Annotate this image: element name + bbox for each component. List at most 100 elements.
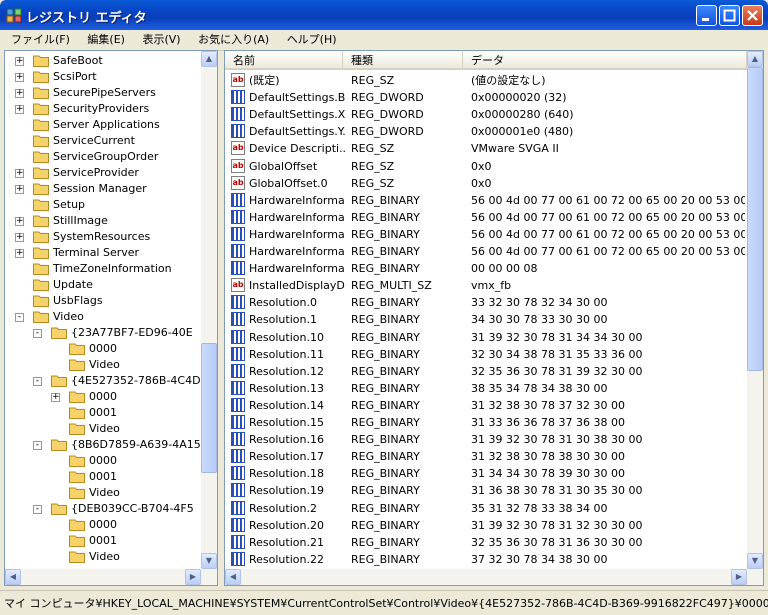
expand-icon[interactable]: + bbox=[15, 105, 24, 114]
table-row[interactable]: HardwareInformat... REG_BINARY 00 00 00 08 bbox=[225, 260, 745, 277]
tree-item[interactable]: Video bbox=[5, 485, 201, 501]
column-header-type[interactable]: 種類 bbox=[343, 51, 463, 70]
table-row[interactable]: ab Device Descripti... REG_SZ VMware SVGA I… bbox=[225, 140, 745, 157]
tree-item[interactable]: Video bbox=[5, 549, 201, 565]
expand-icon[interactable]: + bbox=[15, 57, 24, 66]
expand-icon[interactable]: + bbox=[51, 393, 60, 402]
tree-item[interactable]: UsbFlags bbox=[5, 293, 201, 309]
tree-item[interactable]: TimeZoneInformation bbox=[5, 261, 201, 277]
tree-item[interactable]: - {23A77BF7-ED96-40E bbox=[5, 325, 201, 341]
tree-item[interactable]: Setup bbox=[5, 197, 201, 213]
table-row[interactable]: DefaultSettings.B... REG_DWORD 0x00000020 … bbox=[225, 89, 745, 106]
menu-favorites[interactable]: お気に入り(A) bbox=[191, 30, 276, 50]
table-row[interactable]: Resolution.15 REG_BINARY 31 33 36 36 78 37… bbox=[225, 414, 745, 431]
list-scroll-down-button[interactable]: ▼ bbox=[747, 553, 763, 569]
tree-item[interactable]: + SecurePipeServers bbox=[5, 85, 201, 101]
tree-vertical-scrollbar[interactable]: ▲ ▼ bbox=[201, 51, 217, 569]
table-row[interactable]: HardwareInformat... REG_BINARY 56 00 4d 00… bbox=[225, 192, 745, 209]
collapse-icon[interactable]: - bbox=[33, 441, 42, 450]
tree-item[interactable]: 0001 bbox=[5, 405, 201, 421]
tree-scroll-right-button[interactable]: ▶ bbox=[185, 569, 201, 585]
expand-icon[interactable]: + bbox=[15, 73, 24, 82]
column-header-name[interactable]: 名前 bbox=[225, 51, 343, 70]
table-row[interactable]: Resolution.2 REG_BINARY 35 31 32 78 33 38 … bbox=[225, 500, 745, 517]
maximize-button[interactable] bbox=[719, 5, 740, 26]
expand-icon[interactable]: + bbox=[15, 185, 24, 194]
tree-item[interactable]: Update bbox=[5, 277, 201, 293]
menu-help[interactable]: ヘルプ(H) bbox=[280, 30, 344, 50]
tree-item[interactable]: + SystemResources bbox=[5, 229, 201, 245]
expand-icon[interactable]: + bbox=[15, 89, 24, 98]
expand-icon[interactable]: + bbox=[15, 217, 24, 226]
table-row[interactable]: Resolution.17 REG_BINARY 31 32 38 30 78 38… bbox=[225, 448, 745, 465]
list-scroll-thumb[interactable] bbox=[747, 67, 763, 371]
tree-scroll-thumb[interactable] bbox=[201, 343, 217, 473]
table-row[interactable]: Resolution.22 REG_BINARY 37 32 30 78 34 38… bbox=[225, 551, 745, 568]
tree-item[interactable]: + Terminal Server bbox=[5, 245, 201, 261]
table-row[interactable]: DefaultSettings.X... REG_DWORD 0x00000280 … bbox=[225, 106, 745, 123]
table-row[interactable]: DefaultSettings.Y... REG_DWORD 0x000001e0 … bbox=[225, 123, 745, 140]
menu-view[interactable]: 表示(V) bbox=[135, 30, 187, 50]
table-row[interactable]: HardwareInformat... REG_BINARY 56 00 4d 00… bbox=[225, 226, 745, 243]
collapse-icon[interactable]: - bbox=[33, 377, 42, 386]
expand-icon[interactable]: + bbox=[15, 233, 24, 242]
collapse-icon[interactable]: - bbox=[33, 505, 42, 514]
table-row[interactable]: Resolution.20 REG_BINARY 31 39 32 30 78 31… bbox=[225, 517, 745, 534]
list-scroll-up-button[interactable]: ▲ bbox=[747, 51, 763, 67]
tree-horizontal-scrollbar[interactable]: ◀ ▶ bbox=[5, 569, 217, 585]
table-row[interactable]: ab GlobalOffset.0 REG_SZ 0x0 bbox=[225, 175, 745, 192]
table-row[interactable]: Resolution.10 REG_BINARY 31 39 32 30 78 31… bbox=[225, 329, 745, 346]
expand-icon[interactable]: + bbox=[15, 169, 24, 178]
tree-item[interactable]: Server Applications bbox=[5, 117, 201, 133]
list-vertical-scrollbar[interactable]: ▲ ▼ bbox=[747, 51, 763, 569]
tree-item[interactable]: 0000 bbox=[5, 453, 201, 469]
tree-scroll-down-button[interactable]: ▼ bbox=[201, 553, 217, 569]
table-row[interactable]: HardwareInformat... REG_BINARY 56 00 4d 00… bbox=[225, 209, 745, 226]
tree-item[interactable]: - {8B6D7859-A639-4A15 bbox=[5, 437, 201, 453]
table-row[interactable]: Resolution.16 REG_BINARY 31 39 32 30 78 31… bbox=[225, 431, 745, 448]
tree-scroll-up-button[interactable]: ▲ bbox=[201, 51, 217, 67]
menu-edit[interactable]: 編集(E) bbox=[80, 30, 132, 50]
table-row[interactable]: HardwareInformat... REG_BINARY 56 00 4d 00… bbox=[225, 243, 745, 260]
collapse-icon[interactable]: - bbox=[33, 329, 42, 338]
tree-item[interactable]: + ServiceProvider bbox=[5, 165, 201, 181]
table-row[interactable]: Resolution.1 REG_BINARY 34 30 30 78 33 30 … bbox=[225, 311, 745, 328]
menu-file[interactable]: ファイル(F) bbox=[4, 30, 77, 50]
table-row[interactable]: Resolution.0 REG_BINARY 33 32 30 78 32 34 … bbox=[225, 294, 745, 311]
table-row[interactable]: ab (既定) REG_SZ (値の設定なし) bbox=[225, 72, 745, 89]
table-row[interactable]: Resolution.14 REG_BINARY 31 32 38 30 78 37… bbox=[225, 397, 745, 414]
tree-item[interactable]: + Session Manager bbox=[5, 181, 201, 197]
tree-item[interactable]: + StillImage bbox=[5, 213, 201, 229]
tree-item[interactable]: + ScsiPort bbox=[5, 69, 201, 85]
tree-item[interactable]: ServiceCurrent bbox=[5, 133, 201, 149]
column-header-data[interactable]: データ bbox=[463, 51, 747, 70]
tree-item[interactable]: 0000 bbox=[5, 517, 201, 533]
list-scroll-left-button[interactable]: ◀ bbox=[225, 569, 241, 585]
table-row[interactable]: Resolution.19 REG_BINARY 31 36 38 30 78 31… bbox=[225, 482, 745, 499]
table-row[interactable]: Resolution.13 REG_BINARY 38 35 34 78 34 38… bbox=[225, 380, 745, 397]
tree-item[interactable]: +0000 bbox=[5, 389, 201, 405]
tree-item[interactable]: 0001 bbox=[5, 469, 201, 485]
table-row[interactable]: Resolution.12 REG_BINARY 32 35 36 30 78 31… bbox=[225, 363, 745, 380]
registry-tree[interactable]: + SafeBoot + ScsiPort + SecurePipeServers + Sec… bbox=[4, 50, 218, 586]
tree-item[interactable]: + SecurityProviders bbox=[5, 101, 201, 117]
table-row[interactable]: ab InstalledDisplayD... REG_MULTI_SZ vmx_fb bbox=[225, 277, 745, 294]
table-row[interactable]: Resolution.18 REG_BINARY 31 34 34 30 78 39… bbox=[225, 465, 745, 482]
tree-scroll-left-button[interactable]: ◀ bbox=[5, 569, 21, 585]
list-horizontal-scrollbar[interactable]: ◀ ▶ bbox=[225, 569, 763, 585]
close-button[interactable] bbox=[742, 5, 763, 26]
tree-item[interactable]: - {DEB039CC-B704-4F5 bbox=[5, 501, 201, 517]
table-row[interactable]: Resolution.21 REG_BINARY 32 35 36 30 78 31… bbox=[225, 534, 745, 551]
tree-item[interactable]: 0001 bbox=[5, 533, 201, 549]
tree-item[interactable]: ServiceGroupOrder bbox=[5, 149, 201, 165]
tree-item[interactable]: Video bbox=[5, 357, 201, 373]
table-row[interactable]: Resolution.11 REG_BINARY 32 30 34 38 78 31… bbox=[225, 346, 745, 363]
tree-item[interactable]: - Video bbox=[5, 309, 201, 325]
title-bar[interactable]: レジストリ エディタ bbox=[0, 0, 768, 30]
tree-item[interactable]: + SafeBoot bbox=[5, 53, 201, 69]
table-row[interactable]: ab GlobalOffset REG_SZ 0x0 bbox=[225, 158, 745, 175]
tree-item[interactable]: 0000 bbox=[5, 341, 201, 357]
tree-item[interactable]: - {4E527352-786B-4C4D bbox=[5, 373, 201, 389]
expand-icon[interactable]: + bbox=[15, 249, 24, 258]
minimize-button[interactable] bbox=[696, 5, 717, 26]
